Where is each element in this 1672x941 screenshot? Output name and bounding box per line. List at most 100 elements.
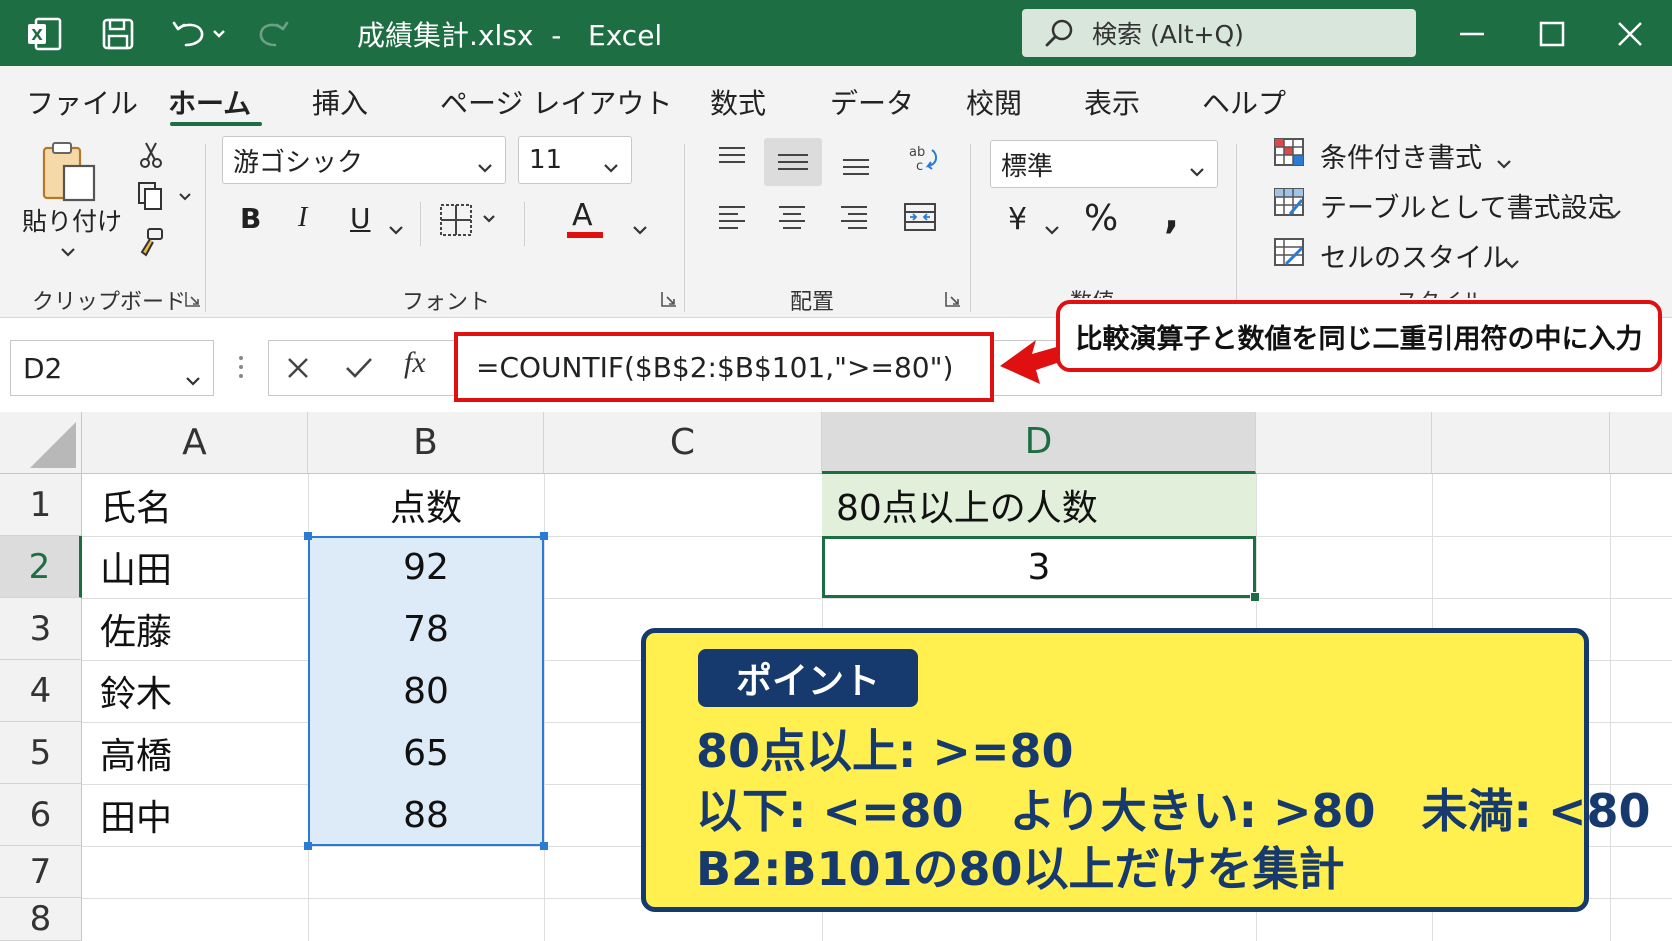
cell-d2-active[interactable]: 3 xyxy=(822,536,1256,598)
annotation-callout: 比較演算子と数値を同じ二重引用符の中に入力 xyxy=(1056,300,1662,372)
cell-a6[interactable]: 田中 xyxy=(82,784,308,846)
cell-styles-button[interactable]: セルのスタイル xyxy=(1320,236,1509,275)
align-center-icon[interactable] xyxy=(776,202,808,240)
chevron-down-icon[interactable] xyxy=(1606,198,1622,226)
column-header-f[interactable] xyxy=(1432,412,1610,474)
cell-a4[interactable]: 鈴木 xyxy=(82,660,308,722)
cancel-icon[interactable] xyxy=(284,354,312,386)
cell-b3[interactable]: 78 xyxy=(308,598,544,660)
cell-b6[interactable]: 88 xyxy=(308,784,544,846)
align-top-icon[interactable] xyxy=(716,144,748,174)
tab-insert[interactable]: 挿入 xyxy=(312,82,368,122)
currency-button[interactable]: ¥ xyxy=(1008,202,1027,237)
search-box[interactable]: 検索 (Alt+Q) xyxy=(1022,9,1416,57)
font-family-select[interactable]: 游ゴシック xyxy=(222,136,506,184)
bold-button[interactable]: B xyxy=(240,202,261,235)
column-header-g[interactable] xyxy=(1610,412,1672,474)
tab-file[interactable]: ファイル xyxy=(26,82,138,122)
cell-a3[interactable]: 佐藤 xyxy=(82,598,308,660)
font-family-value: 游ゴシック xyxy=(233,147,364,178)
cell-b2[interactable]: 92 xyxy=(308,536,544,598)
tab-help[interactable]: ヘルプ xyxy=(1202,82,1286,122)
ribbon-separator xyxy=(420,202,421,246)
column-header-b[interactable]: B xyxy=(308,412,544,474)
percent-button[interactable]: % xyxy=(1084,198,1118,239)
paste-button[interactable]: 貼り付け xyxy=(22,202,122,238)
insert-function-button[interactable]: fx xyxy=(404,346,426,380)
underline-button[interactable]: U xyxy=(350,202,371,235)
alignment-launcher-icon[interactable] xyxy=(944,290,962,308)
row-header-2[interactable]: 2 xyxy=(0,536,82,598)
tab-review[interactable]: 校閲 xyxy=(966,82,1022,122)
font-color-button[interactable]: A xyxy=(572,198,593,233)
align-right-icon[interactable] xyxy=(838,202,870,240)
cell-a5[interactable]: 高橋 xyxy=(82,722,308,784)
align-left-icon[interactable] xyxy=(716,202,748,240)
conditional-formatting-icon[interactable] xyxy=(1272,136,1306,174)
font-launcher-icon[interactable] xyxy=(660,290,678,308)
close-icon[interactable] xyxy=(1608,12,1652,56)
italic-button[interactable]: I xyxy=(298,202,307,234)
cell-b4[interactable]: 80 xyxy=(308,660,544,722)
cut-icon[interactable] xyxy=(136,140,166,176)
conditional-formatting-button[interactable]: 条件付き書式 xyxy=(1320,136,1482,175)
cell-b5[interactable]: 65 xyxy=(308,722,544,784)
underline-chevron-icon[interactable] xyxy=(388,214,404,242)
name-box[interactable]: D2 xyxy=(10,340,214,396)
number-format-select[interactable]: 標準 xyxy=(990,140,1218,188)
maximize-icon[interactable] xyxy=(1530,12,1574,56)
row-header-3[interactable]: 3 xyxy=(0,598,82,660)
point-line-3: B2:B101の80以上だけを集計 xyxy=(696,842,1345,896)
copy-icon[interactable] xyxy=(136,180,196,218)
paste-dropdown-chevron-icon[interactable] xyxy=(60,236,76,264)
chevron-down-icon[interactable] xyxy=(1504,248,1520,276)
currency-chevron-icon[interactable] xyxy=(1044,214,1060,242)
merge-center-icon[interactable] xyxy=(902,200,938,240)
column-header-e[interactable] xyxy=(1256,412,1432,474)
wrap-text-icon[interactable]: ab c xyxy=(906,142,940,182)
cell-styles-icon[interactable] xyxy=(1272,236,1306,274)
format-as-table-icon[interactable] xyxy=(1272,186,1306,224)
row-header-8[interactable]: 8 xyxy=(0,898,82,941)
excel-logo-icon: X xyxy=(24,16,64,52)
tab-formulas[interactable]: 数式 xyxy=(710,82,766,122)
more-options-icon[interactable] xyxy=(236,354,246,384)
chevron-down-icon[interactable] xyxy=(1496,148,1512,176)
align-middle-button[interactable] xyxy=(764,138,822,186)
undo-icon[interactable] xyxy=(168,16,232,52)
format-as-table-button[interactable]: テーブルとして書式設定 xyxy=(1320,186,1615,225)
save-icon[interactable] xyxy=(98,16,138,52)
row-header-5[interactable]: 5 xyxy=(0,722,82,784)
row-header-4[interactable]: 4 xyxy=(0,660,82,722)
enter-icon[interactable] xyxy=(344,354,374,386)
column-header-a[interactable]: A xyxy=(82,412,308,474)
format-painter-icon[interactable] xyxy=(136,226,166,264)
paste-icon[interactable] xyxy=(38,140,104,210)
borders-icon[interactable] xyxy=(438,202,506,244)
comma-style-button[interactable]: , xyxy=(1164,192,1179,238)
tab-page-layout[interactable]: ページ レイアウト xyxy=(440,82,672,122)
clipboard-launcher-icon[interactable] xyxy=(184,290,202,308)
formula-text: =COUNTIF($B$2:$B$101,">=80") xyxy=(476,350,954,384)
formula-content[interactable]: =COUNTIF($B$2:$B$101,">=80") xyxy=(454,332,994,402)
ribbon-tabs: ファイル ホーム 挿入 ページ レイアウト 数式 データ 校閲 表示 ヘルプ xyxy=(0,66,1672,132)
minimize-icon[interactable] xyxy=(1450,12,1494,56)
fill-handle[interactable] xyxy=(1250,592,1260,602)
font-size-select[interactable]: 11 xyxy=(518,136,632,184)
tab-data[interactable]: データ xyxy=(830,82,914,122)
cell-a2[interactable]: 山田 xyxy=(82,536,308,598)
select-all-corner[interactable] xyxy=(0,412,82,474)
cell-d1[interactable]: 80点以上の人数 xyxy=(822,474,1256,536)
align-bottom-icon[interactable] xyxy=(840,152,872,184)
font-color-chevron-icon[interactable] xyxy=(632,214,648,242)
row-header-6[interactable]: 6 xyxy=(0,784,82,846)
redo-icon[interactable] xyxy=(254,16,294,52)
tab-home[interactable]: ホーム xyxy=(168,82,251,122)
column-header-c[interactable]: C xyxy=(544,412,822,474)
row-header-7[interactable]: 7 xyxy=(0,846,82,898)
row-header-1[interactable]: 1 xyxy=(0,474,82,536)
cell-b1[interactable]: 点数 xyxy=(308,474,544,536)
cell-a1[interactable]: 氏名 xyxy=(82,474,308,536)
column-header-d[interactable]: D xyxy=(822,412,1256,474)
tab-view[interactable]: 表示 xyxy=(1084,82,1140,122)
